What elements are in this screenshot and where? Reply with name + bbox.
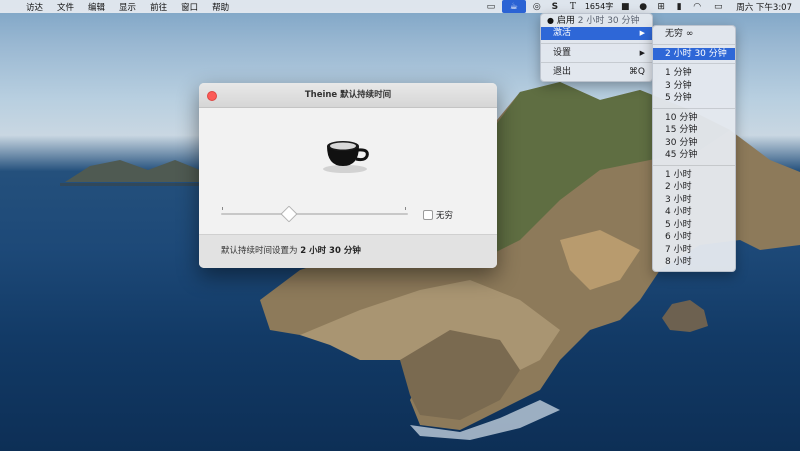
duration-slider-handle[interactable] [280, 205, 298, 223]
menu-item-45m[interactable]: 45 分钟 [653, 149, 735, 162]
theine-cup-icon[interactable]: ☕ [501, 0, 526, 13]
window-content: 无穷 [199, 108, 497, 234]
menu-separator [541, 62, 652, 63]
menu-go[interactable]: 前往 [143, 1, 174, 13]
status-remaining-time: 2 小时 30 分钟 [577, 16, 640, 26]
menu-item-2h[interactable]: 2 小时 [653, 181, 735, 194]
input-method-icon[interactable]: ⊞ [654, 2, 668, 12]
menu-item-4h[interactable]: 4 小时 [653, 206, 735, 219]
menu-bar: 访达 文件 编辑 显示 前往 窗口 帮助 ▭ ☕ ◎ S T 1654字 ■ ●… [0, 0, 800, 13]
menu-separator [653, 63, 735, 64]
slider-tick-end [405, 207, 406, 210]
settings-label: 设置 [553, 47, 572, 58]
menu-item-activate[interactable]: 激活 ▶ [541, 27, 652, 40]
menu-separator [653, 107, 735, 109]
menu-item-settings[interactable]: 设置 ▶ [541, 47, 652, 60]
menu-item-5h[interactable]: 5 小时 [653, 219, 735, 232]
duration-slider-track[interactable] [221, 213, 408, 215]
theine-status-menu: ● 启用 2 小时 30 分钟 激活 ▶ 设置 ▶ 退出 ⌘Q [540, 13, 653, 82]
activate-label: 激活 [553, 28, 572, 38]
default-duration-window: Theine 默认持续时间 无穷 默认持续时间设置为 2 小时 30 分钟 [199, 83, 497, 268]
window-titlebar[interactable]: Theine 默认持续时间 [199, 83, 497, 108]
battery-icon[interactable]: ▭ [708, 2, 728, 12]
submenu-arrow-icon: ▶ [639, 29, 645, 37]
info-icon: ● [547, 16, 554, 25]
menu-item-10m[interactable]: 10 分钟 [653, 112, 735, 125]
window-title: Theine 默认持续时间 [304, 90, 392, 100]
status-header: ● 启用 2 小时 30 分钟 [541, 14, 652, 27]
dark-square-icon[interactable]: ■ [618, 2, 632, 12]
wifi-icon[interactable]: ◠ [690, 2, 704, 12]
menu-item-3h[interactable]: 3 小时 [653, 194, 735, 207]
quit-shortcut: ⌘Q [628, 67, 645, 77]
coffee-cup-icon [323, 141, 369, 173]
menu-item-2h30m[interactable]: 2 小时 30 分钟 [653, 47, 735, 60]
scrivener-s-icon[interactable]: S [548, 2, 562, 12]
menu-item-infinite[interactable]: 无穷 ∞ [653, 28, 735, 41]
quit-label: 退出 [553, 67, 572, 77]
menu-edit[interactable]: 编辑 [81, 1, 112, 13]
screen-record-icon[interactable]: ▭ [484, 2, 498, 12]
infinite-checkbox-row[interactable]: 无穷 [423, 209, 453, 221]
menu-separator [653, 43, 735, 45]
close-button[interactable] [207, 91, 217, 101]
footer-prefix: 默认持续时间设置为 [221, 246, 298, 256]
menu-finder[interactable]: 访达 [19, 1, 50, 13]
menu-item-1m[interactable]: 1 分钟 [653, 67, 735, 80]
menu-separator [541, 42, 652, 44]
slider-tick-start [222, 207, 223, 210]
menu-item-3m[interactable]: 3 分钟 [653, 80, 735, 93]
menu-item-30m[interactable]: 30 分钟 [653, 137, 735, 150]
infinite-checkbox[interactable] [423, 210, 433, 220]
menu-help[interactable]: 帮助 [205, 1, 236, 13]
status-enabled-label: 启用 [556, 16, 575, 26]
menu-item-8h[interactable]: 8 小时 [653, 256, 735, 269]
menu-item-6h[interactable]: 6 小时 [653, 231, 735, 244]
menu-separator [653, 164, 735, 166]
word-count-badge[interactable]: 1654字 [582, 1, 616, 12]
infinite-checkbox-label: 无穷 [436, 211, 454, 221]
window-footer: 默认持续时间设置为 2 小时 30 分钟 [199, 234, 497, 268]
typora-t-icon[interactable]: T [566, 2, 580, 12]
menu-item-7h[interactable]: 7 小时 [653, 244, 735, 257]
menu-item-15m[interactable]: 15 分钟 [653, 124, 735, 137]
menu-item-1h[interactable]: 1 小时 [653, 169, 735, 182]
menu-clock[interactable]: 周六 下午3:07 [730, 1, 800, 13]
duration-submenu: 无穷 ∞ 2 小时 30 分钟 1 分钟 3 分钟 5 分钟 10 分钟 15 … [652, 25, 736, 272]
footer-duration-value: 2 小时 30 分钟 [300, 246, 361, 256]
camera-icon[interactable]: ▮ [672, 2, 686, 12]
chat-icon[interactable]: ◎ [530, 2, 544, 12]
menu-view[interactable]: 显示 [112, 1, 143, 13]
menu-window[interactable]: 窗口 [174, 1, 205, 13]
status-area: ▭ ☕ ◎ S T 1654字 ■ ● ⊞ ▮ ◠ ▭ 周六 下午3:07 [482, 0, 800, 13]
menu-item-quit[interactable]: 退出 ⌘Q [541, 66, 652, 79]
menu-file[interactable]: 文件 [50, 1, 81, 13]
submenu-arrow-icon: ▶ [639, 48, 645, 57]
microphone-icon[interactable]: ● [636, 2, 650, 12]
menu-item-5m[interactable]: 5 分钟 [653, 92, 735, 105]
